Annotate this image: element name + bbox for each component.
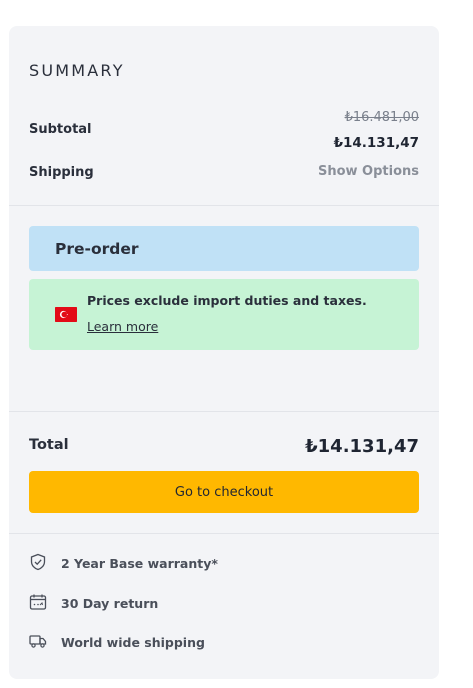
total-label: Total [29,437,69,453]
import-duties-text: Prices exclude import duties and taxes. [87,293,367,308]
subtotal-original-price: ₺16.481,00 [344,110,419,125]
total-value: ₺14.131,47 [305,436,419,457]
preorder-label: Pre-order [55,240,139,258]
show-shipping-options-link[interactable]: Show Options [318,164,419,179]
learn-more-link[interactable]: Learn more [87,319,158,334]
calendar-return-icon [29,594,47,610]
preorder-banner: Pre-order [29,226,419,271]
benefit-item: World wide shipping [29,632,409,654]
divider [9,411,439,412]
import-duties-notice: Prices exclude import duties and taxes. … [29,279,419,350]
turkey-flag-icon [55,307,77,322]
shield-check-icon [30,553,46,571]
benefit-item: 2 Year Base warranty* [29,553,409,575]
benefit-item: 30 Day return [29,593,409,615]
shipping-label: Shipping [29,165,94,180]
benefit-label: World wide shipping [61,635,205,650]
divider [9,205,439,206]
benefit-label: 30 Day return [61,596,159,611]
summary-title: SUMMARY [29,61,125,80]
divider [9,533,439,534]
subtotal-price: ₺14.131,47 [333,135,419,151]
go-to-checkout-button[interactable]: Go to checkout [29,471,419,513]
benefit-label: 2 Year Base warranty* [61,556,218,571]
order-summary-card: SUMMARY Subtotal ₺16.481,00 ₺14.131,47 S… [9,26,439,679]
subtotal-label: Subtotal [29,122,92,137]
truck-icon [29,635,47,648]
